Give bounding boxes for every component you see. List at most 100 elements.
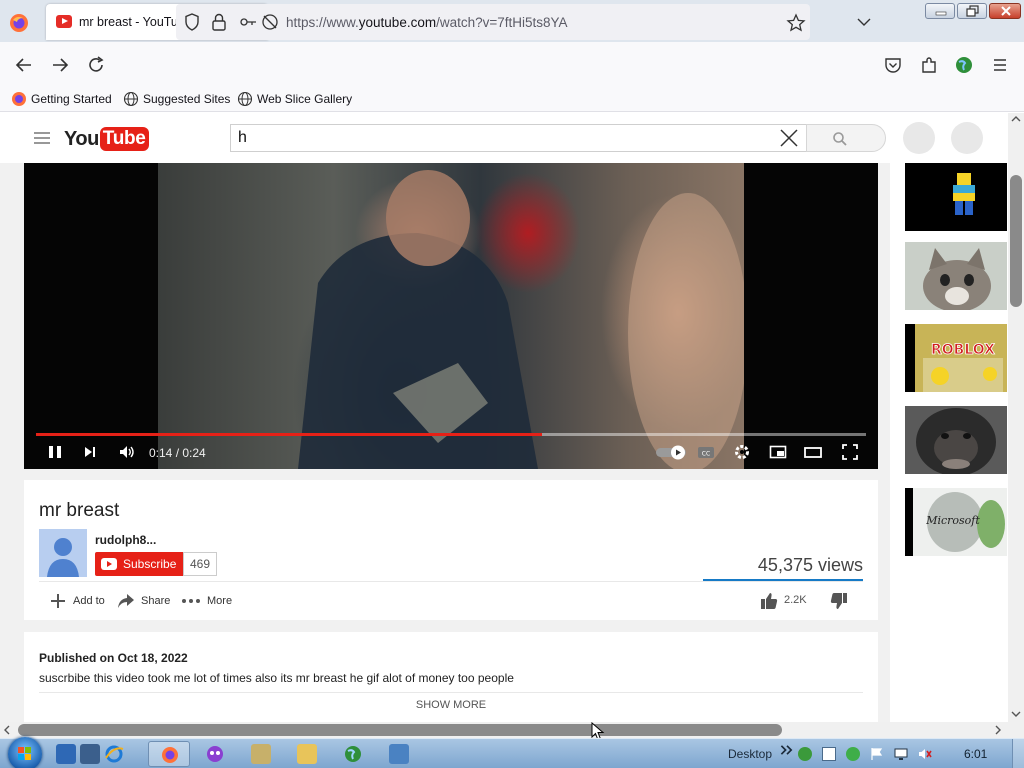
network-app-icon[interactable] <box>389 744 409 764</box>
subscribe-button[interactable]: Subscribe <box>95 552 185 576</box>
description-card: Published on Oct 18, 2022 suscrbibe this… <box>24 632 878 722</box>
paint-app-icon[interactable] <box>251 744 271 764</box>
related-thumbnail-cat[interactable] <box>905 242 1007 310</box>
extensions-puzzle-icon[interactable] <box>918 54 940 76</box>
bookmark-getting-started[interactable]: Getting Started <box>11 91 112 107</box>
publish-date: Published on Oct 18, 2022 <box>39 651 188 665</box>
permissions-icon[interactable] <box>238 13 258 31</box>
related-thumbnail-roblox-logo[interactable]: ROBLOX <box>905 324 1007 392</box>
tray-globe-icon[interactable] <box>798 747 812 761</box>
channel-avatar[interactable] <box>39 529 87 577</box>
tray-shield-check-icon[interactable] <box>846 747 860 761</box>
network-monitor-icon[interactable] <box>894 747 908 761</box>
firefox-icon <box>12 92 26 106</box>
firefox-icon[interactable] <box>8 12 30 34</box>
share-arrow-icon <box>118 594 134 608</box>
tray-document-icon[interactable] <box>822 747 836 761</box>
thumbs-up-icon <box>761 593 778 609</box>
pocket-icon[interactable] <box>882 54 904 76</box>
share-button[interactable]: Share <box>117 591 170 611</box>
autoplay-blocked-icon[interactable] <box>260 12 280 32</box>
window-restore-button[interactable] <box>957 3 987 19</box>
video-info-card: mr breast rudolph8... Subscribe 469 45,3… <box>24 480 878 620</box>
like-button[interactable] <box>760 591 778 611</box>
url-bar[interactable]: https://www.youtube.com/watch?v=7ftHi5ts… <box>176 4 810 40</box>
purple-app-icon[interactable] <box>205 744 225 764</box>
globe-extension-icon[interactable] <box>953 54 975 76</box>
search-button[interactable] <box>806 124 886 152</box>
miniplayer-icon[interactable] <box>769 443 787 461</box>
video-description: suscrbibe this video took me lot of time… <box>39 671 514 685</box>
related-thumbnail-roblox-noob[interactable] <box>905 163 1007 231</box>
more-button[interactable]: More <box>181 591 232 611</box>
time-display: 0:14 / 0:24 <box>149 446 206 460</box>
youtube-favicon-icon <box>56 15 72 28</box>
search-input[interactable] <box>230 124 806 152</box>
hamburger-menu-icon[interactable] <box>989 54 1011 76</box>
taskbar-firefox-button[interactable] <box>148 741 190 767</box>
progress-bar[interactable] <box>36 433 866 436</box>
video-player[interactable]: 0:14 / 0:24 CC <box>24 163 878 469</box>
horizontal-scrollbar-thumb[interactable] <box>18 724 782 736</box>
url-text[interactable]: https://www.youtube.com/watch?v=7ftHi5ts… <box>286 15 568 30</box>
globe-app-icon[interactable] <box>343 744 363 764</box>
search-icon <box>833 132 847 146</box>
video-title: mr breast <box>39 500 120 521</box>
header-placeholder-avatar[interactable] <box>951 122 983 154</box>
add-to-label: Add to <box>73 595 105 607</box>
horizontal-scrollbar[interactable] <box>0 722 1008 738</box>
tracking-protection-shield-icon[interactable] <box>182 12 202 32</box>
globe-icon <box>237 91 253 107</box>
search-clear-close-icon[interactable] <box>778 128 800 148</box>
reload-icon[interactable] <box>85 54 107 76</box>
bookmark-star-icon[interactable] <box>786 13 806 33</box>
internet-explorer-icon[interactable] <box>104 744 124 764</box>
desktop-toolbar-label[interactable]: Desktop <box>728 747 772 761</box>
youtube-logo[interactable]: You Tube <box>64 124 149 154</box>
related-thumbnail-gorilla[interactable] <box>905 406 1007 474</box>
back-arrow-icon[interactable] <box>13 54 35 76</box>
related-videos-sidebar: ROBLOX Microsoft <box>890 163 1008 722</box>
vertical-scrollbar-thumb[interactable] <box>1010 175 1022 307</box>
settings-gear-icon[interactable] <box>733 443 751 461</box>
file-explorer-folder-icon[interactable] <box>297 744 317 764</box>
like-count: 2.2K <box>784 594 807 606</box>
volume-icon[interactable] <box>118 443 136 461</box>
forward-arrow-icon[interactable] <box>49 54 71 76</box>
show-desktop-button[interactable] <box>1012 739 1024 768</box>
show-more-button[interactable]: SHOW MORE <box>24 699 878 711</box>
theater-mode-icon[interactable] <box>804 443 822 461</box>
vertical-scrollbar[interactable] <box>1008 113 1024 722</box>
autoplay-toggle[interactable] <box>654 443 690 461</box>
header-placeholder-avatar[interactable] <box>903 122 935 154</box>
subscribe-label: Subscribe <box>123 557 177 571</box>
add-to-button[interactable]: Add to <box>49 591 105 611</box>
taskbar-clock[interactable]: 6:01 <box>964 747 987 761</box>
guide-menu-icon[interactable] <box>34 132 50 144</box>
lock-icon[interactable] <box>210 12 228 32</box>
switch-windows-icon[interactable] <box>80 744 100 764</box>
pause-icon[interactable] <box>46 443 64 461</box>
bookmark-label: Web Slice Gallery <box>257 92 353 106</box>
microsoft-logo-text: Microsoft <box>925 514 980 527</box>
windows-taskbar: Desktop 6:01 <box>0 737 1024 768</box>
dislike-button[interactable] <box>830 591 848 611</box>
show-desktop-quicklaunch-icon[interactable] <box>56 744 76 764</box>
fullscreen-icon[interactable] <box>841 443 859 461</box>
globe-icon <box>123 91 139 107</box>
firefox-icon <box>162 747 178 763</box>
related-thumbnail-microsoft[interactable]: Microsoft <box>905 488 1007 556</box>
window-minimize-button[interactable] <box>925 3 955 19</box>
volume-muted-icon[interactable] <box>918 747 932 761</box>
divider <box>39 581 863 582</box>
captions-cc-icon[interactable]: CC <box>697 443 715 461</box>
window-close-button[interactable] <box>989 3 1021 19</box>
channel-name[interactable]: rudolph8... <box>95 533 156 547</box>
start-button[interactable] <box>8 737 42 768</box>
next-video-icon[interactable] <box>81 443 99 461</box>
bookmark-web-slice-gallery[interactable]: Web Slice Gallery <box>237 91 352 107</box>
bookmark-suggested-sites[interactable]: Suggested Sites <box>123 91 230 107</box>
windows-logo-icon <box>18 747 31 760</box>
action-center-flag-icon[interactable] <box>870 747 884 761</box>
list-all-tabs-chevron-down-icon[interactable] <box>854 14 874 30</box>
